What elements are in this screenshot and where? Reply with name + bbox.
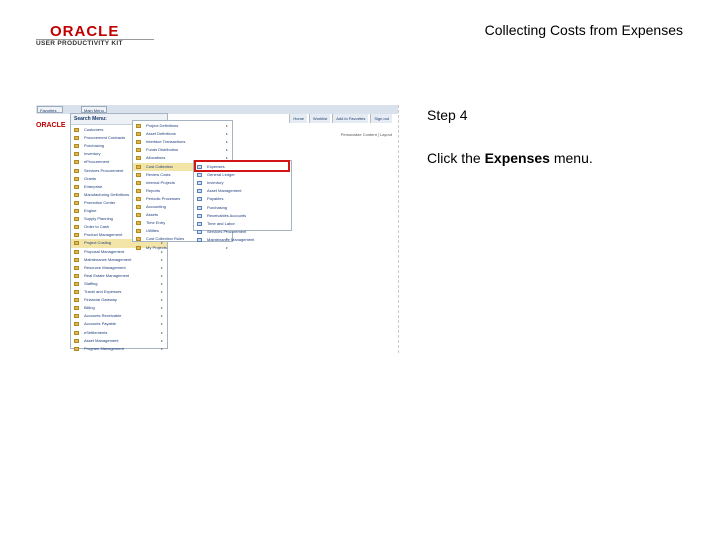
step-label: Step 4 xyxy=(427,107,468,123)
document-icon xyxy=(197,237,202,242)
folder-icon xyxy=(136,124,141,128)
folder-icon xyxy=(136,188,141,193)
folder-icon xyxy=(136,221,141,226)
logo-subtitle: USER PRODUCTIVITY KIT xyxy=(36,40,123,47)
document-icon xyxy=(197,189,202,194)
folder-icon xyxy=(74,200,79,205)
folder-icon xyxy=(74,281,79,286)
folder-icon xyxy=(136,148,141,153)
top-links: Home Worklist Add to Favorites Sign out xyxy=(289,114,392,123)
document-icon xyxy=(197,229,202,234)
folder-icon xyxy=(136,237,141,242)
nav-tab-main-menu[interactable]: Main Menu xyxy=(81,106,107,113)
folder-icon xyxy=(74,225,79,230)
folder-icon xyxy=(74,330,79,335)
folder-icon xyxy=(74,265,79,270)
folder-icon xyxy=(74,290,79,294)
add-favorites-link[interactable]: Add to Favorites xyxy=(332,114,369,123)
oracle-upk-logo: ORACLE USER PRODUCTIVITY KIT xyxy=(36,24,154,50)
folder-icon xyxy=(136,196,141,201)
folder-icon xyxy=(74,217,79,222)
worklist-link[interactable]: Worklist xyxy=(309,114,331,123)
folder-icon xyxy=(74,233,79,238)
folder-icon xyxy=(74,306,79,311)
folder-icon xyxy=(136,132,141,137)
folder-icon xyxy=(74,144,79,149)
document-icon xyxy=(197,181,202,186)
expenses-highlight-box xyxy=(194,160,290,172)
folder-icon xyxy=(74,314,79,319)
folder-icon xyxy=(74,273,79,278)
folder-icon xyxy=(136,213,141,218)
page-title: Collecting Costs from Expenses xyxy=(484,22,683,38)
menu-item[interactable]: Program Management ▸ xyxy=(71,345,167,353)
folder-icon xyxy=(74,128,79,132)
menu-item[interactable]: Maintenance Management xyxy=(194,236,291,245)
menu-item-label: Maintenance Management xyxy=(207,236,255,242)
folder-icon xyxy=(74,241,79,246)
submenu-arrow-icon: ▸ xyxy=(225,244,228,250)
folder-icon xyxy=(136,164,141,169)
folder-icon xyxy=(74,322,79,327)
document-icon xyxy=(197,213,202,218)
folder-icon xyxy=(136,156,141,161)
folder-icon xyxy=(74,176,79,181)
step-instruction: Click the Expenses menu. xyxy=(427,150,593,166)
folder-icon xyxy=(136,245,141,250)
folder-icon xyxy=(74,298,79,303)
menu-item-label: Program Management xyxy=(84,345,124,351)
folder-icon xyxy=(74,346,79,351)
folder-icon xyxy=(136,229,141,234)
logo-divider xyxy=(36,39,154,40)
folder-icon xyxy=(74,184,79,189)
instruction-suffix: menu. xyxy=(549,150,593,166)
folder-icon xyxy=(74,168,79,173)
folder-icon xyxy=(74,192,79,197)
instruction-target: Expenses xyxy=(484,150,550,166)
menu-item-label: My Projects xyxy=(146,244,167,250)
folder-icon xyxy=(136,140,141,145)
app-brand-logo: ORACLE xyxy=(36,122,66,129)
folder-icon xyxy=(136,180,141,185)
document-icon xyxy=(197,173,202,178)
folder-icon xyxy=(136,205,141,209)
document-icon xyxy=(197,205,202,210)
document-icon xyxy=(197,221,202,226)
folder-icon xyxy=(74,209,79,213)
menu-item[interactable]: My Projects ▸ xyxy=(133,244,232,253)
sign-out-link[interactable]: Sign out xyxy=(370,114,392,123)
home-link[interactable]: Home xyxy=(289,114,308,123)
folder-icon xyxy=(136,172,141,177)
folder-icon xyxy=(74,136,79,141)
submenu-arrow-icon: ▸ xyxy=(160,345,163,351)
folder-icon xyxy=(74,338,79,343)
instruction-prefix: Click the xyxy=(427,150,485,166)
folder-icon xyxy=(74,152,79,157)
personalize-links[interactable]: Personalize Content | Layout xyxy=(341,132,392,137)
folder-icon xyxy=(74,249,79,254)
app-screenshot: Favorites Main Menu Home Worklist Add to… xyxy=(36,105,399,353)
nav-tab-favorites[interactable]: Favorites xyxy=(37,106,63,113)
logo-oracle-text: ORACLE xyxy=(50,23,120,40)
folder-icon xyxy=(74,160,79,165)
folder-icon xyxy=(74,257,79,262)
document-icon xyxy=(197,197,202,202)
